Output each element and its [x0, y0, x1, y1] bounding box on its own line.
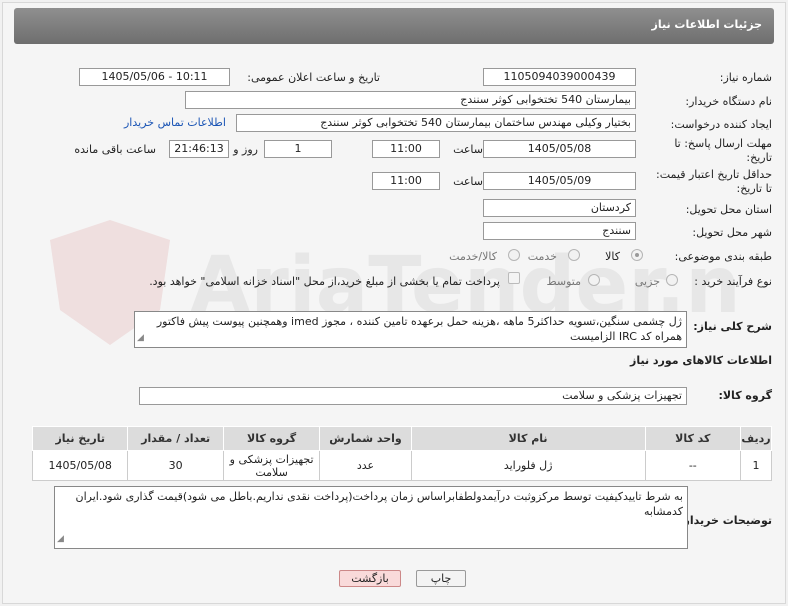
summary-label: شرح کلی نیاز:: [693, 320, 772, 333]
resize-grip-icon[interactable]: ◢: [57, 532, 64, 547]
need-number-field: 1105094039000439: [483, 68, 636, 86]
deadline-date-field: 1405/05/08: [483, 140, 636, 158]
category-radio-service[interactable]: [568, 249, 580, 261]
goods-group-label: گروه کالا:: [718, 389, 772, 402]
resize-grip-icon[interactable]: ◢: [137, 331, 144, 346]
cell-unit: عدد: [319, 450, 412, 481]
remaining-time-field: 21:46:13: [169, 140, 229, 158]
remaining-time-label: ساعت باقی مانده: [74, 143, 156, 156]
category-option-goods-service: کالا/خدمت: [449, 250, 497, 263]
validity-time-field: 11:00: [372, 172, 440, 190]
col-date: تاریخ نیاز: [31, 426, 129, 451]
col-unit: واحد شمارش: [319, 426, 412, 451]
cell-qty: 30: [127, 450, 224, 481]
process-option-medium: متوسط: [546, 275, 581, 288]
cell-code: --: [644, 450, 742, 481]
deadline-label: مهلت ارسال پاسخ: تا: [674, 137, 772, 150]
announce-label: تاریخ و ساعت اعلان عمومی:: [247, 71, 380, 84]
days-remaining-field: 1: [264, 140, 332, 158]
goods-group-field: تجهیزات پزشکی و سلامت: [139, 387, 687, 405]
summary-text: ژل چشمی سنگین،تسویه حداکثر5 ماهه ،هزینه …: [156, 315, 682, 343]
col-row: ردیف: [740, 426, 772, 451]
col-group: گروه کالا: [222, 426, 321, 451]
cell-group: تجهیزات پزشکی و سلامت: [222, 450, 321, 481]
buyer-org-label: نام دستگاه خریدار:: [685, 95, 772, 108]
announce-field: 1405/05/06 - 10:11: [79, 68, 230, 86]
buyer-notes-label: توضیحات خریدار:: [679, 514, 772, 527]
summary-textarea[interactable]: ژل چشمی سنگین،تسویه حداکثر5 ماهه ،هزینه …: [134, 311, 687, 348]
validity-date-field: 1405/05/09: [483, 172, 636, 190]
buyer-notes-text: به شرط تاییدکیفیت توسط مرکزوثبت درآیمدول…: [75, 490, 683, 518]
process-option-minor: جزیی: [634, 275, 660, 288]
buyer-org-field: بیمارستان 540 تختخوابی کوثر سنندج: [185, 91, 636, 109]
deadline-date-label: تاریخ:: [746, 151, 772, 164]
print-button[interactable]: چاپ: [416, 570, 466, 587]
need-number-label: شماره نیاز:: [719, 71, 772, 84]
province-field: کردستان: [483, 199, 636, 217]
category-radio-goods[interactable]: [631, 249, 643, 261]
back-button[interactable]: بازگشت: [339, 570, 401, 587]
creator-field: بختیار وکیلی مهندس ساختمان بیمارستان 540…: [236, 114, 636, 132]
treasury-payment-checkbox[interactable]: [508, 272, 520, 284]
col-qty: تعداد / مقدار: [127, 426, 224, 451]
validity-label: حداقل تاریخ اعتبار قیمت:: [656, 168, 772, 181]
deadline-time-field: 11:00: [372, 140, 440, 158]
category-option-goods: کالا: [605, 250, 620, 263]
province-label: استان محل تحویل:: [685, 203, 772, 216]
goods-section-title: اطلاعات کالاهای مورد نیاز: [630, 354, 772, 367]
process-radio-medium[interactable]: [588, 274, 600, 286]
goods-table-header: ردیف کد کالا نام کالا واحد شمارش گروه کا…: [31, 426, 772, 451]
process-radio-minor[interactable]: [666, 274, 678, 286]
title-bar: جزئیات اطلاعات نیاز: [14, 8, 774, 44]
deadline-hour-label: ساعت: [453, 143, 483, 156]
cell-name: ژل فلوراید: [410, 450, 646, 481]
goods-table: ردیف کد کالا نام کالا واحد شمارش گروه کا…: [31, 426, 772, 481]
validity-hour-label: ساعت: [453, 175, 483, 188]
buyer-notes-textarea[interactable]: به شرط تاییدکیفیت توسط مرکزوثبت درآیمدول…: [54, 486, 688, 549]
validity-date-label: تا تاریخ:: [736, 182, 772, 195]
cell-date: 1405/05/08: [31, 450, 129, 481]
category-radio-goods-service[interactable]: [508, 249, 520, 261]
city-label: شهر محل تحویل:: [692, 226, 772, 239]
process-label: نوع فرآیند خرید :: [694, 275, 772, 288]
creator-label: ایجاد کننده درخواست:: [670, 118, 772, 131]
table-row: 1 -- ژل فلوراید عدد تجهیزات پزشکی و سلام…: [31, 450, 772, 481]
col-name: نام کالا: [410, 426, 646, 451]
contact-info-link[interactable]: اطلاعات تماس خریدار: [124, 116, 226, 129]
category-option-service: خدمت: [527, 250, 557, 263]
city-field: سنندج: [483, 222, 636, 240]
cell-row: 1: [740, 450, 772, 481]
treasury-payment-note: پرداخت تمام یا بخشی از مبلغ خرید،از محل …: [149, 275, 500, 288]
days-label: روز و: [233, 143, 258, 156]
page-title: جزئیات اطلاعات نیاز: [651, 18, 763, 31]
col-code: کد کالا: [644, 426, 742, 451]
category-label: طبقه بندی موضوعی:: [674, 250, 772, 263]
